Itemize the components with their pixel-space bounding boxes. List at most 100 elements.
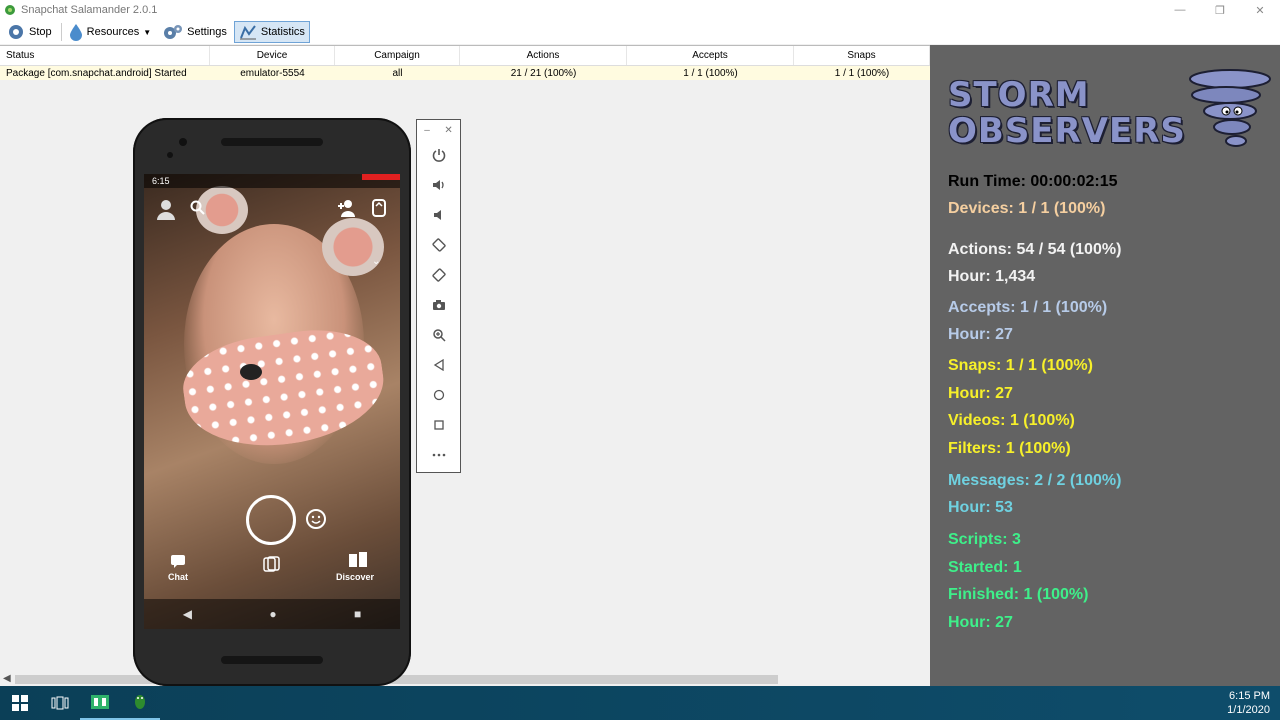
close-button[interactable]: ✕ [1240,0,1280,20]
stat-started: Started: 1 [948,559,1022,576]
phone-sensor [167,152,173,158]
android-nav-bar: ◀ ● ■ [144,599,400,629]
horizontal-scrollbar[interactable]: ◀ [0,672,930,687]
emulator-controls: – ✕ [416,119,461,473]
discover-label[interactable]: Discover [336,572,374,582]
title-bar: Snapchat Salamander 2.0.1 — ❐ ✕ [0,0,1280,20]
stat-accepts-hour: Hour: 27 [948,326,1013,343]
logo-line-1: STORM [948,75,1090,115]
chevron-down-icon[interactable]: ⌄ [372,256,380,267]
phone-speaker-top [221,138,323,146]
cell-campaign: all [392,67,403,79]
stat-videos: Videos: 1 (100%) [948,412,1075,429]
rotate-left-icon[interactable] [417,230,460,260]
taskbar-app-green-icon[interactable] [80,686,120,720]
tornado-mascot-icon [1189,69,1271,147]
volume-down-icon[interactable] [417,200,460,230]
resources-label: Resources [86,26,140,38]
table-row[interactable]: Package [com.snapchat.android] Started e… [0,66,930,80]
stop-label: Stop [29,26,52,38]
cell-snaps: 1 / 1 (100%) [834,67,890,79]
back-icon[interactable]: ◀ [183,607,192,621]
settings-gears-icon [164,25,183,39]
cell-accepts: 1 / 1 (100%) [683,67,738,79]
search-icon[interactable] [190,200,206,219]
android-emulator-device: 6:15 ⌄ Chat Discover ◀ ● ■ [133,118,411,686]
restore-button[interactable]: ❐ [1200,0,1240,20]
window-title: Snapchat Salamander 2.0.1 [21,4,158,16]
zoom-icon[interactable] [417,320,460,350]
statistics-panel: STORM OBSERVERS Run Time: 00:00:02:15 De… [930,45,1280,686]
taskbar-clock[interactable]: 6:15 PM 1/1/2020 [1227,689,1270,717]
android-status-bar: 6:15 [144,174,400,188]
power-icon[interactable] [417,140,460,170]
rotate-right-icon[interactable] [417,260,460,290]
memories-icon[interactable] [262,556,280,575]
main-toolbar: Stop Resources ▼ Settings Statistics [0,20,1280,44]
statistics-label: Statistics [260,26,305,38]
profile-icon[interactable] [156,198,176,223]
gear-icon [9,25,23,39]
stat-scripts: Scripts: 3 [948,531,1021,548]
phone-speaker-bottom [221,656,323,664]
task-view-icon[interactable] [40,686,80,720]
home-icon[interactable]: ● [269,607,276,621]
stat-accepts: Accepts: 1 / 1 (100%) [948,299,1108,316]
resources-dropdown[interactable]: Resources ▼ [64,21,157,43]
chat-icon[interactable] [170,554,186,571]
column-header-device[interactable]: Device [210,46,335,65]
filter-ear-right [322,218,384,276]
column-header-campaign[interactable]: Campaign [335,46,460,65]
volume-up-icon[interactable] [417,170,460,200]
stat-filters: Filters: 1 (100%) [948,440,1071,457]
stat-snaps: Snaps: 1 / 1 (100%) [948,357,1093,374]
emulator-minimize-icon[interactable]: – [424,125,430,136]
windows-start-icon[interactable] [0,686,40,720]
column-header-accepts[interactable]: Accepts [627,46,794,65]
statistics-button[interactable]: Statistics [233,21,310,43]
settings-button[interactable]: Settings [158,21,232,43]
screenshot-camera-icon[interactable] [417,290,460,320]
settings-label: Settings [187,26,227,38]
stop-button[interactable]: Stop [2,21,57,43]
front-camera [179,138,187,146]
emulator-close-icon[interactable]: ✕ [444,125,452,136]
more-options-icon[interactable] [417,440,460,470]
debug-indicator [362,174,400,180]
overview-square-icon[interactable] [417,410,460,440]
stat-actions: Actions: 54 / 54 (100%) [948,241,1122,258]
taskbar-salamander-icon[interactable] [120,686,160,720]
stat-devices: Devices: 1 / 1 (100%) [948,200,1106,217]
stat-messages-hour: Hour: 53 [948,499,1013,516]
stat-messages: Messages: 2 / 2 (100%) [948,472,1122,489]
chevron-down-icon: ▼ [143,27,152,37]
chat-label[interactable]: Chat [168,572,188,582]
windows-taskbar: 6:15 PM 1/1/2020 [0,686,1280,720]
minimize-button[interactable]: — [1160,0,1200,20]
statistics-icon [239,25,256,40]
stat-scripts-hour: Hour: 27 [948,614,1013,631]
stat-snaps-hour: Hour: 27 [948,385,1013,402]
back-triangle-icon[interactable] [417,350,460,380]
home-circle-icon[interactable] [417,380,460,410]
capture-button[interactable] [246,495,296,545]
stat-run-time: Run Time: 00:00:02:15 [948,173,1118,190]
salamander-app-icon [5,5,15,15]
water-drop-icon [69,24,82,41]
stat-finished: Finished: 1 (100%) [948,586,1089,603]
cell-actions: 21 / 21 (100%) [510,67,577,79]
emulator-screen[interactable]: 6:15 ⌄ Chat Discover ◀ ● ■ [144,174,400,629]
column-header-snaps[interactable]: Snaps [794,46,930,65]
grid-header: Status Device Campaign Actions Accepts S… [0,46,930,66]
recents-icon[interactable]: ■ [354,607,361,621]
add-friend-icon[interactable] [337,199,357,220]
lens-smiley-icon[interactable] [304,506,328,533]
scroll-left-icon[interactable]: ◀ [3,673,11,684]
column-header-actions[interactable]: Actions [460,46,627,65]
discover-icon[interactable] [348,552,368,571]
stat-actions-hour: Hour: 1,434 [948,268,1036,285]
toolbar-separator [60,23,62,41]
column-header-status[interactable]: Status [0,46,210,65]
cell-status: Package [com.snapchat.android] Started [6,67,187,79]
flip-camera-icon[interactable] [371,198,387,221]
